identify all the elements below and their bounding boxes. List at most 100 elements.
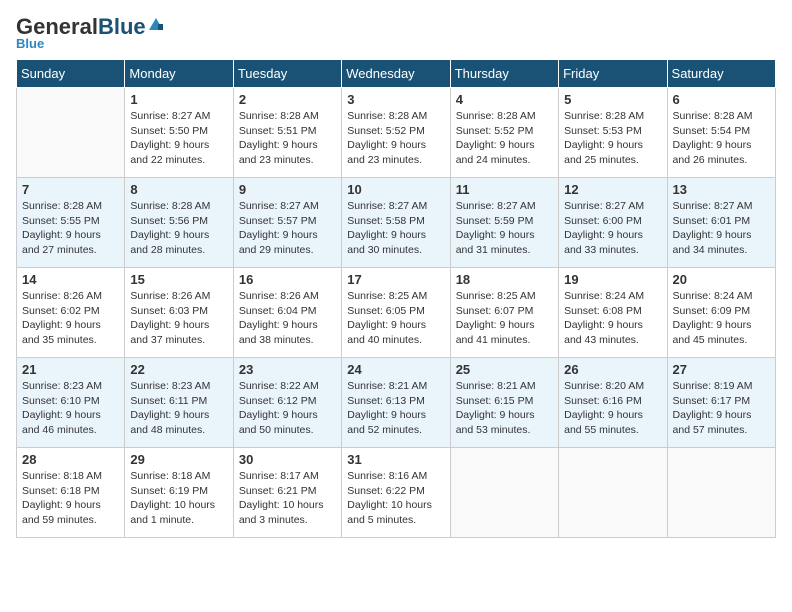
- calendar-cell: [667, 448, 775, 538]
- cell-sunset: Sunset: 5:58 PM: [347, 215, 425, 227]
- cell-sunrise: Sunrise: 8:20 AM: [564, 380, 644, 392]
- calendar-cell: 21Sunrise: 8:23 AMSunset: 6:10 PMDayligh…: [17, 358, 125, 448]
- cell-sunrise: Sunrise: 8:22 AM: [239, 380, 319, 392]
- day-number: 15: [130, 272, 227, 287]
- cell-daylight: Daylight: 9 hours and 33 minutes.: [564, 229, 643, 256]
- calendar-cell: 22Sunrise: 8:23 AMSunset: 6:11 PMDayligh…: [125, 358, 233, 448]
- calendar-cell: 20 Sunrise: 8:24 AM Sunset: 6:09 PM Dayligh…: [667, 268, 775, 358]
- cell-daylight: Daylight: 10 hours and 3 minutes.: [239, 499, 324, 526]
- cell-sunset: Sunset: 6:22 PM: [347, 485, 425, 497]
- cell-sunrise: Sunrise: 8:28 AM: [673, 110, 753, 122]
- day-number: 16: [239, 272, 336, 287]
- cell-daylight: Daylight: 9 hours and 24 minutes.: [456, 139, 535, 166]
- cell-sunrise: Sunrise: 8:28 AM: [347, 110, 427, 122]
- cell-sunrise: Sunrise: 8:25 AM: [456, 290, 536, 302]
- cell-sunset: Sunset: 6:08 PM: [564, 305, 642, 317]
- day-number: 28: [22, 452, 119, 467]
- calendar-cell: 29Sunrise: 8:18 AMSunset: 6:19 PMDayligh…: [125, 448, 233, 538]
- cell-daylight: Daylight: 9 hours and 57 minutes.: [673, 409, 752, 436]
- day-number: 4: [456, 92, 553, 107]
- cell-sunrise: Sunrise: 8:27 AM: [564, 200, 644, 212]
- cell-daylight: Daylight: 9 hours and 52 minutes.: [347, 409, 426, 436]
- cell-daylight: Daylight: 9 hours and 23 minutes.: [347, 139, 426, 166]
- calendar-cell: 28Sunrise: 8:18 AMSunset: 6:18 PMDayligh…: [17, 448, 125, 538]
- day-number: 2: [239, 92, 336, 107]
- cell-daylight: Daylight: 9 hours and 53 minutes.: [456, 409, 535, 436]
- cell-sunrise: Sunrise: 8:25 AM: [347, 290, 427, 302]
- cell-daylight: Daylight: 9 hours and 50 minutes.: [239, 409, 318, 436]
- cell-daylight: Daylight: 9 hours and 59 minutes.: [22, 499, 101, 526]
- cell-daylight: Daylight: 9 hours and 48 minutes.: [130, 409, 209, 436]
- day-number: 6: [673, 92, 770, 107]
- cell-daylight: Daylight: 9 hours and 27 minutes.: [22, 229, 101, 256]
- day-number: 24: [347, 362, 444, 377]
- cell-sunrise: Sunrise: 8:27 AM: [673, 200, 753, 212]
- weekday-header-sunday: Sunday: [17, 60, 125, 88]
- cell-daylight: Daylight: 9 hours and 28 minutes.: [130, 229, 209, 256]
- logo-subtitle: Blue: [16, 36, 44, 51]
- day-number: 1: [130, 92, 227, 107]
- weekday-header-saturday: Saturday: [667, 60, 775, 88]
- calendar-cell: 3Sunrise: 8:28 AMSunset: 5:52 PMDaylight…: [342, 88, 450, 178]
- calendar-cell: 8Sunrise: 8:28 AMSunset: 5:56 PMDaylight…: [125, 178, 233, 268]
- calendar-cell: 19Sunrise: 8:24 AMSunset: 6:08 PMDayligh…: [559, 268, 667, 358]
- cell-daylight: Daylight: 9 hours and 31 minutes.: [456, 229, 535, 256]
- cell-sunrise: Sunrise: 8:27 AM: [456, 200, 536, 212]
- cell-sunrise: Sunrise: 8:27 AM: [239, 200, 319, 212]
- calendar-cell: 4Sunrise: 8:28 AMSunset: 5:52 PMDaylight…: [450, 88, 558, 178]
- cell-sunset: Sunset: 6:16 PM: [564, 395, 642, 407]
- cell-sunset: Sunset: 5:52 PM: [347, 125, 425, 137]
- logo: GeneralBlue Blue: [16, 16, 165, 51]
- cell-daylight: Daylight: 9 hours and 43 minutes.: [564, 319, 643, 346]
- cell-sunrise: Sunrise: 8:28 AM: [22, 200, 102, 212]
- cell-daylight: Daylight: 9 hours and 55 minutes.: [564, 409, 643, 436]
- calendar-cell: 9Sunrise: 8:27 AMSunset: 5:57 PMDaylight…: [233, 178, 341, 268]
- calendar-cell: 17Sunrise: 8:25 AMSunset: 6:05 PMDayligh…: [342, 268, 450, 358]
- day-number: 11: [456, 182, 553, 197]
- calendar-cell: 13Sunrise: 8:27 AMSunset: 6:01 PMDayligh…: [667, 178, 775, 268]
- cell-sunset: Sunset: 6:19 PM: [130, 485, 208, 497]
- calendar-cell: 7Sunrise: 8:28 AMSunset: 5:55 PMDaylight…: [17, 178, 125, 268]
- weekday-header-row: SundayMondayTuesdayWednesdayThursdayFrid…: [17, 60, 776, 88]
- calendar-cell: 14Sunrise: 8:26 AMSunset: 6:02 PMDayligh…: [17, 268, 125, 358]
- cell-sunrise: Sunrise: 8:18 AM: [22, 470, 102, 482]
- cell-sunrise: Sunrise: 8:24 AM: [673, 290, 753, 302]
- cell-daylight: Daylight: 9 hours and 30 minutes.: [347, 229, 426, 256]
- day-number: 5: [564, 92, 661, 107]
- cell-sunset: Sunset: 6:07 PM: [456, 305, 534, 317]
- cell-sunset: Sunset: 6:10 PM: [22, 395, 100, 407]
- day-number: 18: [456, 272, 553, 287]
- calendar-cell: 31Sunrise: 8:16 AMSunset: 6:22 PMDayligh…: [342, 448, 450, 538]
- calendar-cell: 2Sunrise: 8:28 AMSunset: 5:51 PMDaylight…: [233, 88, 341, 178]
- calendar-week-row: 21Sunrise: 8:23 AMSunset: 6:10 PMDayligh…: [17, 358, 776, 448]
- day-number: 29: [130, 452, 227, 467]
- cell-sunset: Sunset: 6:13 PM: [347, 395, 425, 407]
- calendar-cell: [17, 88, 125, 178]
- cell-daylight: Daylight: 9 hours and 41 minutes.: [456, 319, 535, 346]
- calendar-week-row: 1Sunrise: 8:27 AMSunset: 5:50 PMDaylight…: [17, 88, 776, 178]
- cell-daylight: Daylight: 9 hours and 25 minutes.: [564, 139, 643, 166]
- day-number: 20: [673, 272, 770, 287]
- calendar-cell: [559, 448, 667, 538]
- cell-sunset: Sunset: 6:11 PM: [130, 395, 207, 407]
- calendar-cell: 25Sunrise: 8:21 AMSunset: 6:15 PMDayligh…: [450, 358, 558, 448]
- cell-sunrise: Sunrise: 8:28 AM: [239, 110, 319, 122]
- weekday-header-friday: Friday: [559, 60, 667, 88]
- cell-daylight: Daylight: 9 hours and 29 minutes.: [239, 229, 318, 256]
- cell-sunset: Sunset: 6:09 PM: [673, 305, 751, 317]
- cell-daylight: Daylight: 9 hours and 34 minutes.: [673, 229, 752, 256]
- cell-daylight: Daylight: 9 hours and 37 minutes.: [130, 319, 209, 346]
- cell-daylight: Daylight: 9 hours and 45 minutes.: [673, 319, 752, 346]
- day-number: 17: [347, 272, 444, 287]
- cell-sunset: Sunset: 5:55 PM: [22, 215, 100, 227]
- calendar-week-row: 14Sunrise: 8:26 AMSunset: 6:02 PMDayligh…: [17, 268, 776, 358]
- calendar-cell: 10Sunrise: 8:27 AMSunset: 5:58 PMDayligh…: [342, 178, 450, 268]
- calendar-cell: 23Sunrise: 8:22 AMSunset: 6:12 PMDayligh…: [233, 358, 341, 448]
- logo-text: GeneralBlue: [16, 16, 146, 38]
- cell-daylight: Daylight: 9 hours and 22 minutes.: [130, 139, 209, 166]
- calendar-cell: 26Sunrise: 8:20 AMSunset: 6:16 PMDayligh…: [559, 358, 667, 448]
- cell-sunset: Sunset: 6:00 PM: [564, 215, 642, 227]
- calendar-cell: 18 Sunrise: 8:25 AM Sunset: 6:07 PM Dayligh…: [450, 268, 558, 358]
- day-number: 12: [564, 182, 661, 197]
- cell-daylight: Daylight: 9 hours and 26 minutes.: [673, 139, 752, 166]
